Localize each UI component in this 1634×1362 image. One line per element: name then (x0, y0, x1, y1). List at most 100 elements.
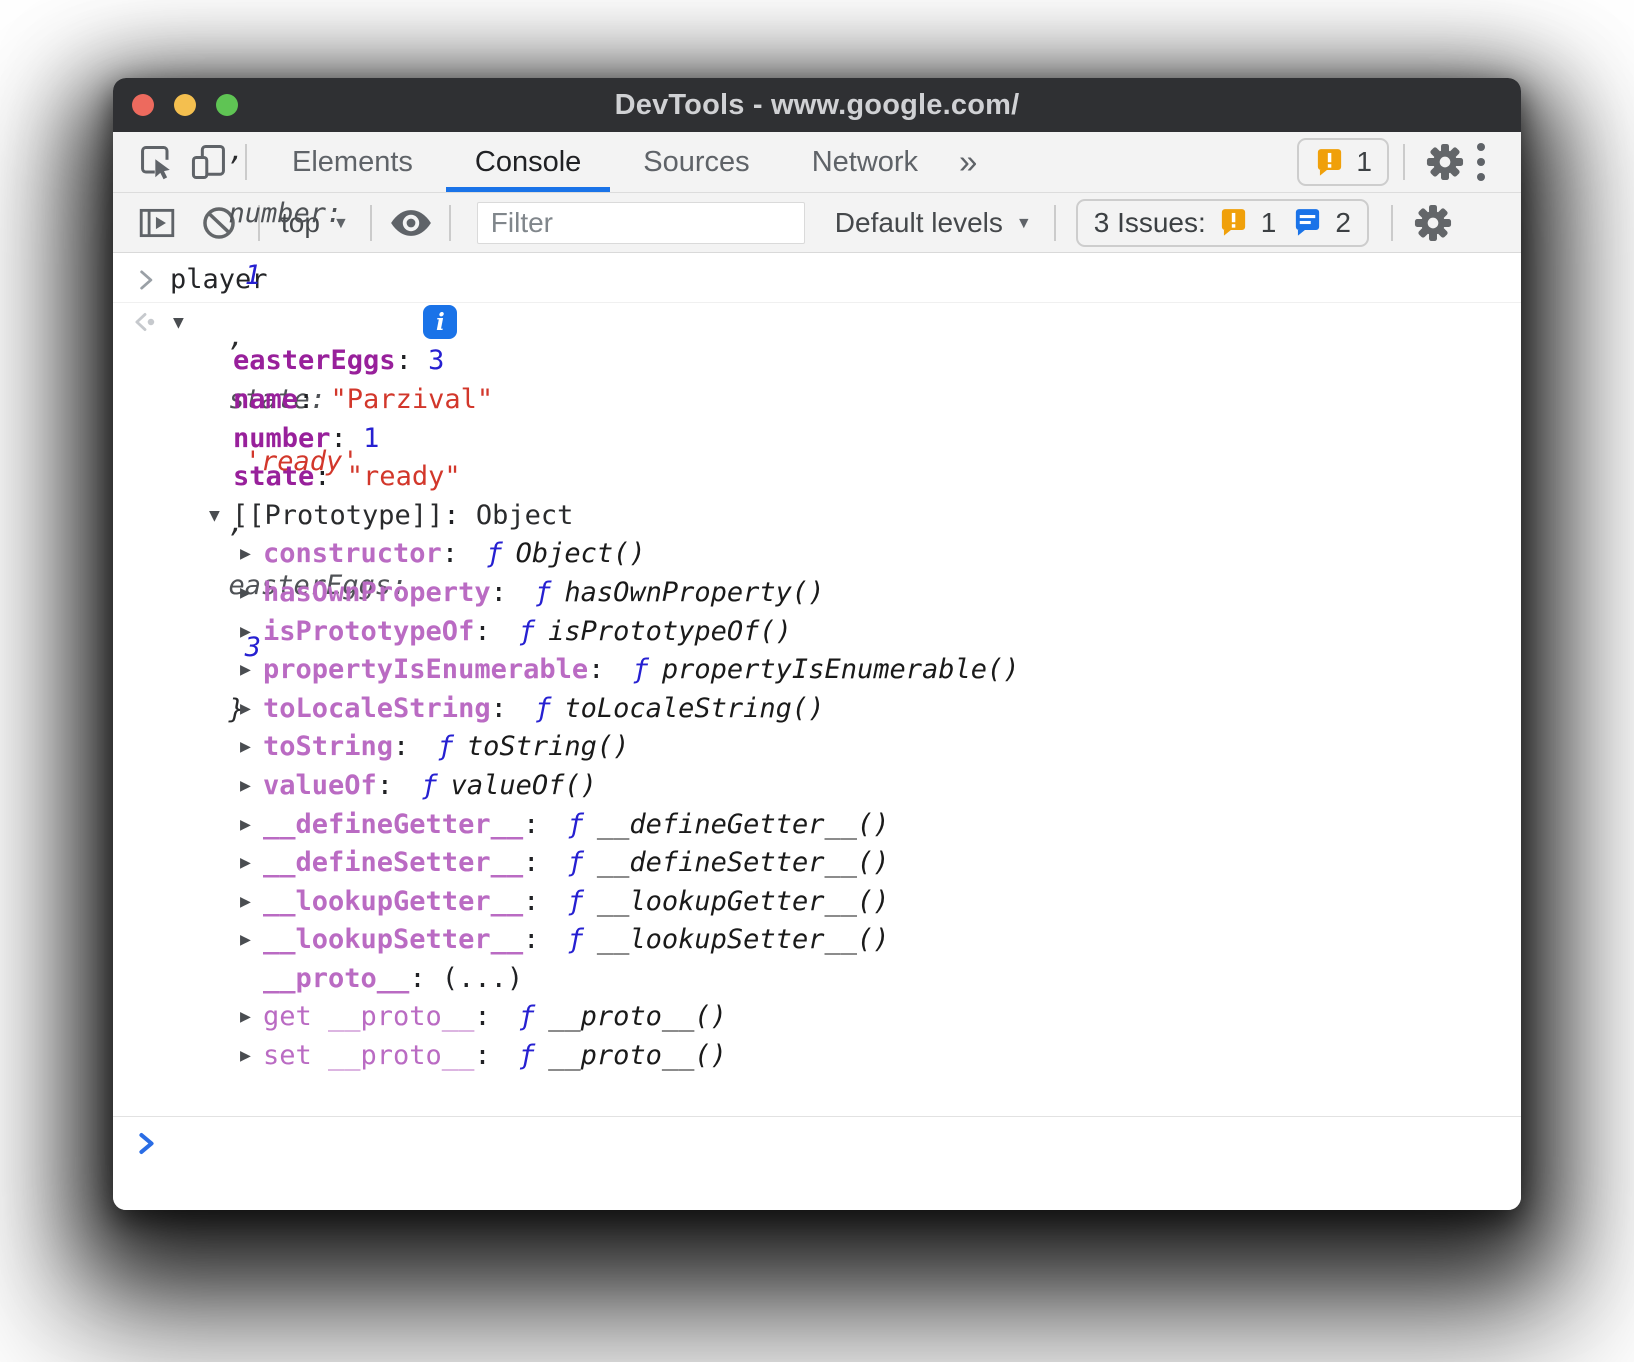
prototype-method-row[interactable]: ▶toString: ƒtoString() (113, 728, 1521, 767)
property-key: __lookupSetter__ (263, 924, 523, 955)
customize-devtools-menu-button[interactable] (1471, 143, 1491, 181)
expand-triangle-icon[interactable]: ▶ (240, 852, 263, 873)
devtools-window: DevTools - www.google.com/ Elements Cons… (113, 78, 1521, 1210)
prototype-row[interactable]: ▼[[Prototype]]: Object (113, 496, 1521, 535)
function-symbol: ƒ (438, 731, 454, 762)
tab-sources[interactable]: Sources (612, 132, 780, 192)
prototype-method-row[interactable]: ▶__lookupSetter__: ƒ__lookupSetter__() (113, 921, 1521, 960)
preview-token: number: (229, 198, 343, 229)
expand-triangle-icon[interactable]: ▶ (240, 621, 263, 642)
dot (1477, 143, 1485, 151)
tab-elements[interactable]: Elements (261, 132, 444, 192)
property-key: isPrototypeOf (263, 616, 474, 647)
prototype-method-row[interactable]: ▶propertyIsEnumerable: ƒpropertyIsEnumer… (113, 650, 1521, 689)
prototype-method-row[interactable]: ▶hasOwnProperty: ƒhasOwnProperty() (113, 573, 1521, 612)
prototype-method-row[interactable]: ▶constructor: ƒObject() (113, 535, 1521, 574)
function-name: isPrototypeOf() (548, 616, 792, 647)
issues-counter-button[interactable]: 3 Issues: 1 2 (1076, 199, 1369, 247)
function-symbol: ƒ (535, 577, 551, 608)
expand-triangle-icon[interactable]: ▶ (240, 929, 263, 950)
colon: : (474, 1001, 507, 1032)
expand-triangle-icon[interactable]: ▶ (240, 775, 263, 796)
message-bubble-icon (1292, 207, 1323, 238)
show-console-sidebar-button[interactable] (133, 199, 181, 247)
console-settings-button[interactable] (1409, 199, 1457, 247)
property-key: __lookupGetter__ (263, 886, 523, 917)
property-key: state (233, 461, 314, 492)
property-key: hasOwnProperty (263, 577, 491, 608)
property-key: toLocaleString (263, 693, 491, 724)
issue-warning-icon (1218, 207, 1249, 238)
divider (449, 205, 451, 241)
devtools-settings-button[interactable] (1419, 143, 1471, 181)
result-preview-row[interactable]: ▼ { name: 'Parzival' , number: 1 , state… (113, 303, 1521, 342)
property-key: name (233, 384, 298, 415)
property-row[interactable]: name: "Parzival" (113, 380, 1521, 419)
expand-triangle-icon[interactable]: ▶ (240, 659, 263, 680)
preview-token: , (229, 136, 262, 167)
more-panels-button[interactable]: » (949, 132, 987, 192)
console-prompt[interactable] (113, 1116, 1521, 1210)
inspect-element-button[interactable] (131, 132, 183, 192)
property-row[interactable]: state: "ready" (113, 457, 1521, 496)
expand-triangle-icon[interactable]: ▶ (240, 891, 263, 912)
collapse-triangle-icon[interactable]: ▼ (209, 505, 232, 526)
collapse-triangle-icon[interactable]: ▼ (173, 312, 196, 333)
function-name: propertyIsEnumerable() (662, 654, 1020, 685)
tabbar-right-controls: 1 (1297, 132, 1521, 192)
tab-network[interactable]: Network (781, 132, 949, 192)
log-levels-selector[interactable]: Default levels ▼ (835, 207, 1032, 239)
issue-warning-icon (1314, 147, 1345, 178)
colon: : (331, 423, 364, 454)
expand-triangle-icon[interactable]: ▶ (240, 1006, 263, 1027)
minimize-window-button[interactable] (174, 94, 196, 116)
colon: : (474, 616, 507, 647)
inspect-cursor-icon (137, 142, 177, 182)
property-value: 1 (363, 423, 379, 454)
gear-icon (1414, 204, 1452, 242)
colon: : (442, 538, 475, 569)
proto-shorthand-row[interactable]: __proto__: (...) (113, 959, 1521, 998)
function-name: toLocaleString() (564, 693, 824, 724)
divider (1391, 205, 1393, 241)
property-key: toString (263, 731, 393, 762)
accessor-row[interactable]: ▶set __proto__: ƒ__proto__() (113, 1036, 1521, 1075)
console-messages: player ▼ { name: 'Parzival' , number: 1 … (113, 253, 1521, 1075)
prototype-method-row[interactable]: ▶__defineGetter__: ƒ__defineGetter__() (113, 805, 1521, 844)
prototype-value: Object (476, 500, 574, 531)
function-name: hasOwnProperty() (564, 577, 824, 608)
colon: : (474, 1040, 507, 1071)
info-icon[interactable]: i (423, 305, 457, 339)
accessor-row[interactable]: ▶get __proto__: ƒ__proto__() (113, 998, 1521, 1037)
open-issues-button[interactable]: 1 (1297, 138, 1389, 186)
colon: : (298, 384, 331, 415)
tab-console[interactable]: Console (444, 132, 612, 192)
expand-triangle-icon[interactable]: ▶ (240, 582, 263, 603)
prototype-method-row[interactable]: ▶__defineSetter__: ƒ__defineSetter__() (113, 843, 1521, 882)
close-window-button[interactable] (132, 94, 154, 116)
lazy-value[interactable]: (...) (442, 963, 523, 994)
property-key: get __proto__ (263, 1001, 474, 1032)
prototype-method-row[interactable]: ▶valueOf: ƒvalueOf() (113, 766, 1521, 805)
expand-triangle-icon[interactable]: ▶ (240, 814, 263, 835)
prototype-method-row[interactable]: ▶toLocaleString: ƒtoLocaleString() (113, 689, 1521, 728)
colon: : (443, 500, 476, 531)
function-name: __defineGetter__() (597, 809, 890, 840)
filter-input[interactable] (477, 202, 805, 244)
function-name: __lookupSetter__() (597, 924, 890, 955)
zoom-window-button[interactable] (216, 94, 238, 116)
property-row[interactable]: easterEggs: 3 (113, 342, 1521, 381)
expand-triangle-icon[interactable]: ▶ (240, 1045, 263, 1066)
tab-label: Console (475, 146, 581, 179)
prototype-method-row[interactable]: ▶isPrototypeOf: ƒisPrototypeOf() (113, 612, 1521, 651)
colon: : (523, 847, 556, 878)
property-row[interactable]: number: 1 (113, 419, 1521, 458)
expand-triangle-icon[interactable]: ▶ (240, 736, 263, 757)
property-key: constructor (263, 538, 442, 569)
expand-triangle-icon[interactable]: ▶ (240, 698, 263, 719)
function-symbol: ƒ (486, 538, 502, 569)
expand-triangle-icon[interactable]: ▶ (240, 543, 263, 564)
function-name: __defineSetter__() (597, 847, 890, 878)
prototype-method-row[interactable]: ▶__lookupGetter__: ƒ__lookupGetter__() (113, 882, 1521, 921)
colon: : (377, 770, 410, 801)
